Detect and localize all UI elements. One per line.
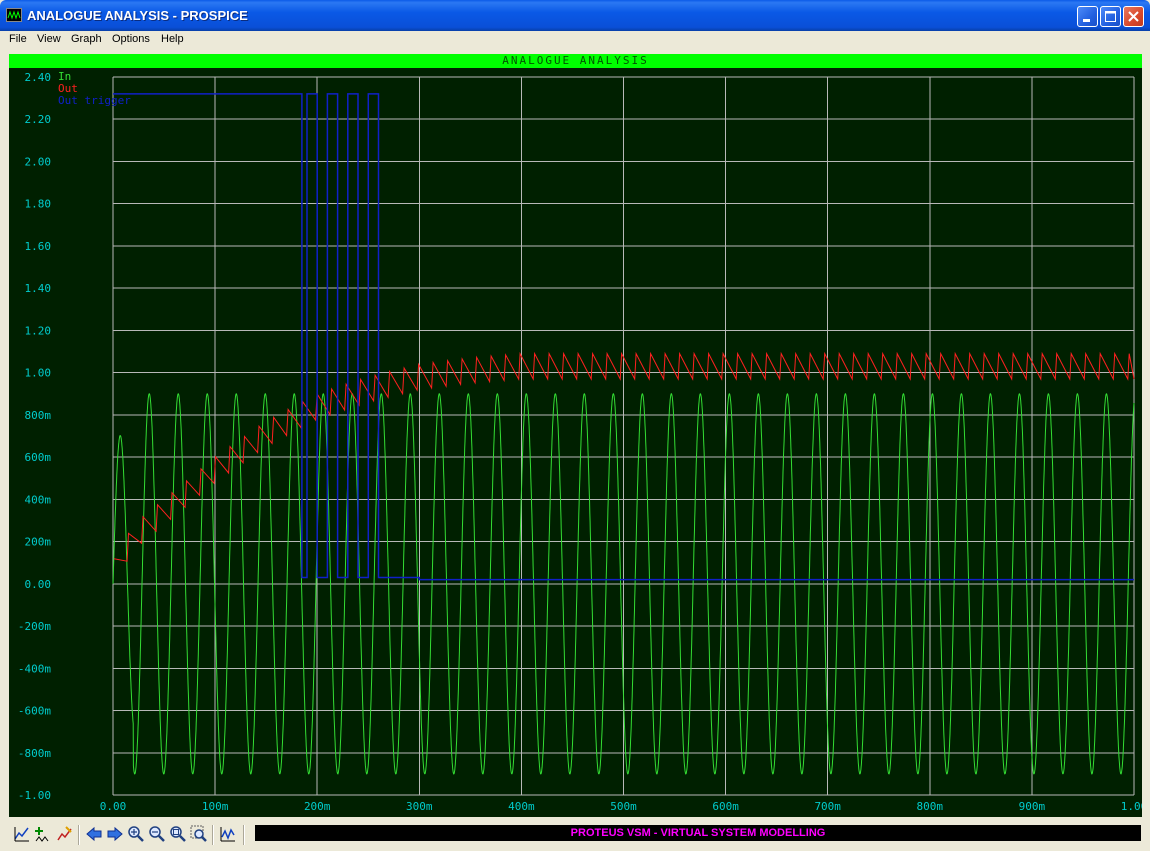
x-tick-label: 400m	[508, 800, 535, 813]
y-tick-label: -400m	[18, 662, 51, 675]
scroll-left-icon	[86, 826, 102, 842]
y-tick-label: 1.60	[25, 240, 52, 253]
y-axis-ticks: 2.40 2.20 2.00 1.80 1.60 1.40 1.20 1.00 800m 600m…	[18, 71, 51, 802]
y-tick-label: 0.00	[25, 578, 52, 591]
y-tick-label: 1.00	[25, 367, 52, 380]
y-tick-label: -600m	[18, 705, 51, 718]
toolbar: PROTEUS VSM - VIRTUAL SYSTEM MODELLING	[0, 821, 1150, 851]
legend-item: Out trigger	[58, 94, 131, 107]
toolbar-separator	[78, 825, 80, 845]
close-button[interactable]	[1123, 6, 1144, 27]
close-icon	[1128, 11, 1139, 22]
graph-panel[interactable]: ANALOGUE ANALYSIS 2.40 2.20 2.00 1.80 1.60 1.…	[9, 54, 1142, 817]
y-tick-label: 1.20	[25, 324, 52, 337]
y-tick-label: 2.00	[25, 155, 52, 168]
y-tick-label: 2.40	[25, 71, 52, 84]
title-bar: ANALOGUE ANALYSIS - PROSPICE	[0, 0, 1150, 31]
menu-bar: File View Graph Options Help	[0, 31, 1150, 51]
zoom-out-button[interactable]	[148, 825, 166, 843]
x-tick-label: 1.00	[1121, 800, 1142, 813]
status-text: PROTEUS VSM - VIRTUAL SYSTEM MODELLING	[570, 827, 826, 839]
plot-area[interactable]: 2.40 2.20 2.00 1.80 1.60 1.40 1.20 1.00 800m 600m…	[9, 54, 1142, 817]
simulate-button[interactable]	[56, 825, 74, 843]
menu-help[interactable]: Help	[161, 33, 184, 45]
add-marker-button[interactable]	[34, 825, 52, 843]
y-tick-label: 1.80	[25, 198, 52, 211]
menu-file[interactable]: File	[9, 33, 27, 45]
y-tick-label: 200m	[25, 536, 52, 549]
y-tick-label: -1.00	[18, 789, 51, 802]
window-title: ANALOGUE ANALYSIS - PROSPICE	[27, 8, 248, 23]
x-tick-label: 800m	[917, 800, 944, 813]
maximize-button[interactable]	[1100, 6, 1121, 27]
x-tick-label: 900m	[1019, 800, 1046, 813]
zoom-all-icon	[170, 826, 186, 842]
toolbar-separator	[243, 825, 245, 845]
x-tick-label: 500m	[610, 800, 637, 813]
status-bar: PROTEUS VSM - VIRTUAL SYSTEM MODELLING	[255, 825, 1141, 841]
add-marker-icon	[35, 827, 49, 842]
x-tick-label: 600m	[712, 800, 739, 813]
y-tick-label: 400m	[25, 493, 52, 506]
add-trace-icon	[14, 827, 29, 842]
zoom-in-icon	[128, 826, 144, 842]
x-tick-label: 700m	[814, 800, 841, 813]
zoom-in-button[interactable]	[127, 825, 145, 843]
menu-graph[interactable]: Graph	[71, 33, 102, 45]
x-tick-label: 300m	[406, 800, 433, 813]
scroll-left-button[interactable]	[85, 825, 103, 843]
scroll-right-button[interactable]	[106, 825, 124, 843]
y-tick-label: -800m	[18, 747, 51, 760]
zoom-out-icon	[149, 826, 165, 842]
simulate-icon	[57, 826, 72, 841]
minimize-icon	[1083, 19, 1090, 22]
zoom-area-icon	[190, 825, 207, 842]
y-tick-label: 800m	[25, 409, 52, 422]
zoom-area-button[interactable]	[190, 825, 208, 843]
toolbar-separator	[212, 825, 214, 845]
y-tick-label: -200m	[18, 620, 51, 633]
app-icon	[6, 8, 22, 22]
minimize-button[interactable]	[1077, 6, 1098, 27]
x-tick-label: 0.00	[100, 800, 127, 813]
x-tick-label: 100m	[202, 800, 229, 813]
add-trace-button[interactable]	[13, 825, 31, 843]
graph-button[interactable]	[219, 825, 237, 843]
x-tick-label: 200m	[304, 800, 331, 813]
x-axis-ticks: 0.00 100m 200m 300m 400m 500m 600m 700m 800m 900m…	[100, 800, 1142, 813]
scroll-right-icon	[107, 826, 123, 842]
y-tick-label: 600m	[25, 451, 52, 464]
graph-icon	[220, 827, 235, 842]
y-tick-label: 1.40	[25, 282, 52, 295]
menu-view[interactable]: View	[37, 33, 61, 45]
maximize-icon	[1105, 11, 1116, 22]
legend: InOutOut trigger	[58, 70, 131, 107]
zoom-all-button[interactable]	[169, 825, 187, 843]
y-tick-label: 2.20	[25, 113, 52, 126]
menu-options[interactable]: Options	[112, 33, 150, 45]
